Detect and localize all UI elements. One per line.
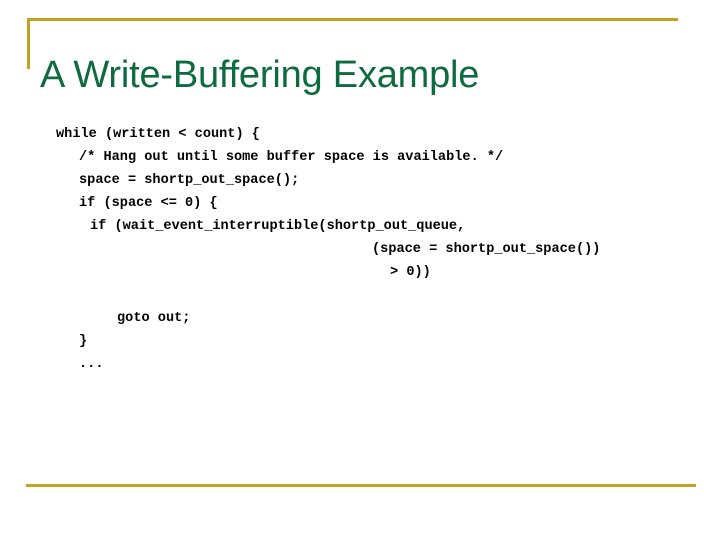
accent-rule-bottom	[26, 484, 696, 487]
code-line: > 0))	[390, 265, 431, 280]
code-line: goto out;	[117, 311, 191, 326]
slide: A Write-Buffering Example while (written…	[0, 0, 720, 540]
code-line: if (space <= 0) {	[79, 196, 218, 211]
code-line: }	[79, 334, 88, 349]
code-line: space = shortp_out_space();	[79, 173, 300, 188]
accent-rule-top	[27, 18, 678, 21]
accent-rule-left	[27, 18, 30, 69]
code-line: if (wait_event_interruptible(shortp_out_…	[90, 219, 466, 234]
code-line: (space = shortp_out_space())	[372, 242, 601, 257]
code-line: while (written < count) {	[56, 127, 260, 142]
code-line: ...	[79, 357, 104, 372]
code-block: while (written < count) { /* Hang out unt…	[0, 123, 720, 376]
code-line: /* Hang out until some buffer space is a…	[79, 150, 504, 165]
page-title: A Write-Buffering Example	[40, 54, 480, 97]
